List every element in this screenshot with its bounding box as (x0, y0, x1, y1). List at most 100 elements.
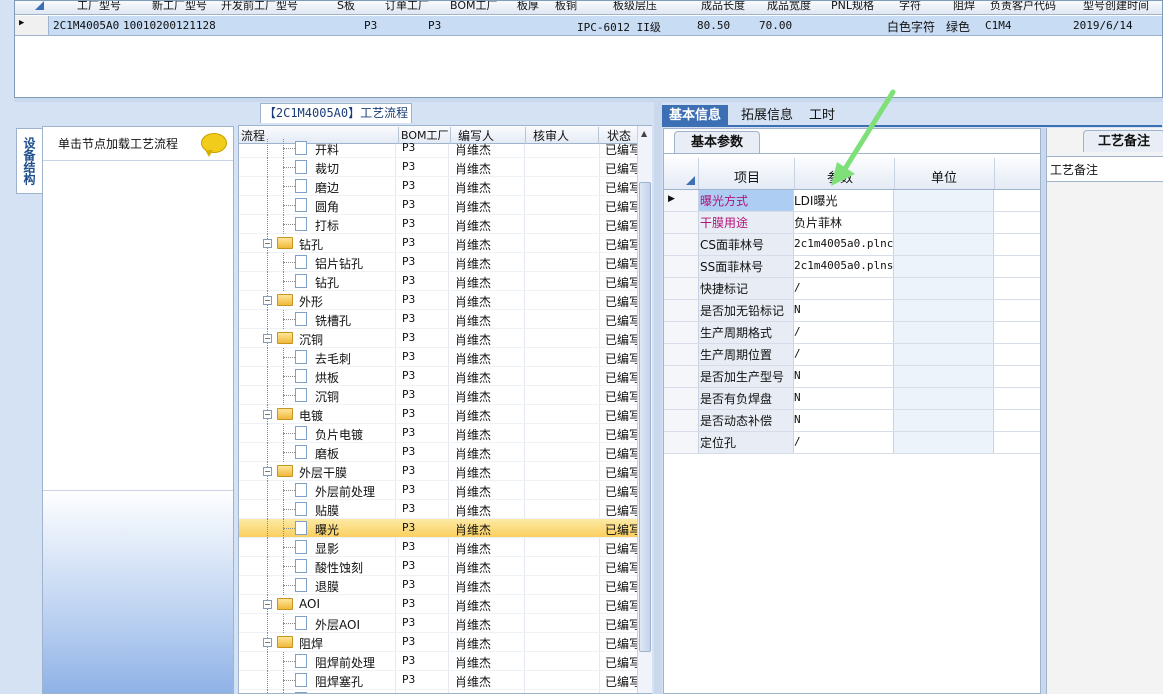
scroll-up-icon[interactable]: ▲ (641, 129, 647, 138)
col-unit[interactable]: 单位 (931, 167, 957, 186)
col-header[interactable]: 成品长度 (701, 1, 745, 13)
tree-row[interactable]: − 电镀 P3 肖维杰 已编写 (239, 405, 641, 424)
param-row[interactable]: 是否加无铅标记 N (664, 300, 1040, 322)
param-unit[interactable] (894, 432, 994, 453)
tree-row[interactable]: 铣槽孔 P3 肖维杰 已编写 (239, 310, 641, 329)
tree-row[interactable]: 烘板 P3 肖维杰 已编写 (239, 367, 641, 386)
collapse-icon[interactable]: − (263, 600, 272, 609)
param-row[interactable]: CS面菲林号 2c1m4005a0.plncs (664, 234, 1040, 256)
param-row[interactable]: 干膜用途 负片菲林 (664, 212, 1040, 234)
param-unit[interactable] (894, 300, 994, 321)
collapse-icon[interactable]: − (263, 239, 272, 248)
tab-process-notes[interactable]: 工艺备注 (1083, 130, 1163, 152)
tree-row[interactable]: 贴膜 P3 肖维杰 已编写 (239, 500, 641, 519)
param-unit[interactable] (894, 256, 994, 277)
collapse-icon[interactable]: − (263, 410, 272, 419)
tree-row[interactable]: 裁切 P3 肖维杰 已编写 (239, 158, 641, 177)
col-header[interactable]: 板铜 (555, 1, 577, 13)
flow-tab-title[interactable]: 【2C1M4005A0】工艺流程 (260, 103, 412, 123)
collapse-icon[interactable]: − (263, 296, 272, 305)
vertical-splitter[interactable] (654, 102, 662, 694)
param-unit[interactable] (894, 388, 994, 409)
param-row[interactable]: 是否动态补偿 N (664, 410, 1040, 432)
tree-row[interactable]: 开料 P3 肖维杰 已编写 (239, 139, 641, 158)
param-row[interactable]: 快捷标记 / (664, 278, 1040, 300)
param-value[interactable]: N (794, 388, 894, 409)
param-value[interactable]: N (794, 410, 894, 431)
param-row[interactable]: SS面菲林号 2c1m4005a0.plnss (664, 256, 1040, 278)
model-grid-row[interactable]: ▶ 2C1M4005A0 10010200121128 P3 P3 IPC-60… (15, 16, 1162, 36)
param-row[interactable]: 生产周期格式 / (664, 322, 1040, 344)
tree-row[interactable]: 阻焊前处理 P3 肖维杰 已编写 (239, 652, 641, 671)
param-row[interactable]: 是否有负焊盘 N (664, 388, 1040, 410)
collapse-icon[interactable]: − (263, 334, 272, 343)
tree-scroll-thumb[interactable] (639, 182, 651, 652)
tree-row[interactable]: 打标 P3 肖维杰 已编写 (239, 215, 641, 234)
collapse-icon[interactable]: − (263, 467, 272, 476)
col-header[interactable]: 板级层压 (613, 1, 657, 13)
param-value[interactable]: LDI曝光 (794, 190, 894, 211)
tree-row[interactable]: 铝片钻孔 P3 肖维杰 已编写 (239, 253, 641, 272)
tree-row[interactable]: 沉铜 P3 肖维杰 已编写 (239, 386, 641, 405)
tree-row[interactable]: 磨边 P3 肖维杰 已编写 (239, 177, 641, 196)
tree-row[interactable]: − 阻焊 P3 肖维杰 已编写 (239, 633, 641, 652)
col-header[interactable]: 型号创建时间 (1083, 1, 1149, 13)
param-value[interactable]: / (794, 322, 894, 343)
col-header[interactable]: 字符 (899, 1, 921, 13)
col-header[interactable]: 阻焊 (953, 1, 975, 13)
param-row[interactable]: 生产周期位置 / (664, 344, 1040, 366)
col-header[interactable]: S板 (337, 1, 355, 13)
col-header[interactable]: 成品宽度 (767, 1, 811, 13)
chat-bubble-icon[interactable] (201, 133, 227, 157)
tree-scrollbar[interactable]: ▲ (637, 126, 652, 693)
tree-row[interactable]: − 外形 P3 肖维杰 已编写 (239, 291, 641, 310)
tree-row[interactable]: 去毛刺 P3 肖维杰 已编写 (239, 348, 641, 367)
param-value[interactable]: N (794, 366, 894, 387)
param-row[interactable]: 定位孔 / (664, 432, 1040, 454)
col-header[interactable]: 板厚 (517, 1, 539, 13)
param-unit[interactable] (894, 410, 994, 431)
param-row[interactable]: ▶ 曝光方式 LDI曝光 (664, 190, 1040, 212)
tree-row[interactable]: 显影 P3 肖维杰 已编写 (239, 538, 641, 557)
param-unit[interactable] (894, 322, 994, 343)
col-header[interactable]: 新工厂型号 (152, 1, 207, 13)
tree-row[interactable]: 丝印P3肖维杰已编写 (239, 690, 639, 693)
tree-row[interactable]: 钻孔 P3 肖维杰 已编写 (239, 272, 641, 291)
tab-device-structure[interactable]: 设备结构 (16, 128, 42, 194)
param-value[interactable]: / (794, 278, 894, 299)
param-value[interactable]: / (794, 432, 894, 453)
tree-row[interactable]: − AOI P3 肖维杰 已编写 (239, 595, 641, 614)
tree-row[interactable]: 酸性蚀刻 P3 肖维杰 已编写 (239, 557, 641, 576)
param-unit[interactable] (894, 278, 994, 299)
param-row[interactable]: 是否加生产型号 N (664, 366, 1040, 388)
param-unit[interactable] (894, 344, 994, 365)
tree-row[interactable]: 曝光 P3 肖维杰 已编写 (239, 519, 641, 538)
tree-row[interactable]: 圆角 P3 肖维杰 已编写 (239, 196, 641, 215)
tree-row[interactable]: − 沉铜 P3 肖维杰 已编写 (239, 329, 641, 348)
col-header[interactable]: 工厂型号 (77, 1, 121, 13)
col-item[interactable]: 项目 (734, 167, 760, 186)
tree-row[interactable]: 负片电镀 P3 肖维杰 已编写 (239, 424, 641, 443)
col-header[interactable]: 负责客户代码 (990, 1, 1056, 13)
tree-row[interactable]: 退膜 P3 肖维杰 已编写 (239, 576, 641, 595)
param-value[interactable]: 2c1m4005a0.plncs (794, 234, 900, 255)
tree-row[interactable]: 外层前处理 P3 肖维杰 已编写 (239, 481, 641, 500)
col-header[interactable]: 订单工厂 (385, 1, 429, 13)
tab-extended-info[interactable]: 拓展信息 (734, 105, 800, 127)
param-value[interactable]: 2c1m4005a0.plnss (794, 256, 900, 277)
param-unit[interactable] (894, 234, 994, 255)
param-value[interactable]: 负片菲林 (794, 212, 894, 233)
tree-row[interactable]: − 钻孔 P3 肖维杰 已编写 (239, 234, 641, 253)
param-value[interactable]: / (794, 344, 894, 365)
param-unit[interactable] (894, 366, 994, 387)
param-unit[interactable] (894, 212, 994, 233)
tree-row[interactable]: 外层AOI P3 肖维杰 已编写 (239, 614, 641, 633)
param-unit[interactable] (894, 190, 994, 211)
tab-basic-info[interactable]: 基本信息 (662, 105, 729, 127)
param-value[interactable]: N (794, 300, 894, 321)
tree-row[interactable]: 磨板 P3 肖维杰 已编写 (239, 443, 641, 462)
collapse-icon[interactable]: − (263, 638, 272, 647)
col-header[interactable]: BOM工厂 (450, 1, 498, 13)
tab-basic-params[interactable]: 基本参数 (674, 131, 760, 153)
tree-row[interactable]: − 外层干膜 P3 肖维杰 已编写 (239, 462, 641, 481)
